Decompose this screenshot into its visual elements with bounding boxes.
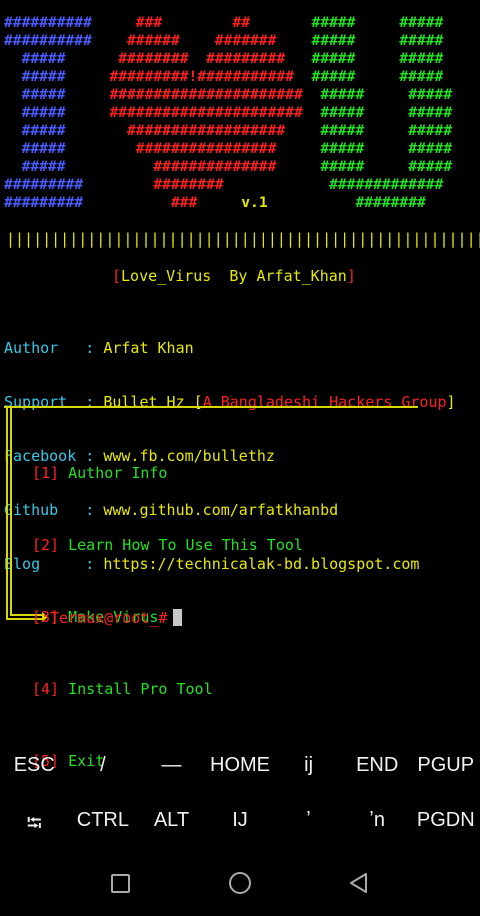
menu-label: Learn How To Use This Tool: [68, 536, 303, 554]
extra-keys-row-2: ⭾ CTRL ALT IJ ʼ ʼn PGDN: [0, 809, 480, 843]
banner-cell: ##############: [91, 158, 321, 175]
back-icon[interactable]: [348, 872, 370, 894]
banner-cell: #####: [4, 86, 92, 103]
banner-cell: ########: [267, 194, 435, 211]
banner-cell: ##### #####: [320, 104, 453, 121]
banner-cell: #####: [4, 50, 92, 67]
banner-cell: ##### #####: [320, 158, 453, 175]
banner-row: ##### ###################### ##### #####: [4, 104, 453, 122]
banner-cell: #####: [4, 104, 92, 121]
info-label: Support :: [4, 393, 95, 411]
version-label: v.1: [241, 194, 268, 211]
key-ij[interactable]: ij: [274, 754, 343, 777]
menu-label: Author Info: [68, 464, 168, 482]
divider-bars: ||||||||||||||||||||||||||||||||||||||||…: [6, 230, 480, 248]
title-bracket: ]: [346, 267, 356, 285]
banner-cell: ### ##: [91, 14, 312, 31]
title-bracket: [: [112, 267, 122, 285]
banner-cell: #####: [4, 68, 92, 85]
banner-cell: ######################: [91, 104, 321, 121]
banner-cell: ##### #####: [311, 68, 444, 85]
key-end[interactable]: END: [343, 754, 412, 777]
menu-number: [2]: [32, 536, 60, 554]
banner-cell: #########!###########: [91, 68, 312, 85]
key-ctrl[interactable]: CTRL: [69, 809, 138, 843]
banner-row: ##### ################## ##### #####: [4, 122, 453, 140]
menu-item-author-info: [1] Author Info: [32, 464, 303, 500]
info-support: Support : Bullet Hz [A Bangladeshi Hacke…: [4, 393, 456, 411]
banner-cell: ##### #####: [311, 50, 444, 67]
key-pgup[interactable]: PGUP: [411, 754, 480, 777]
menu-label: Install Pro Tool: [68, 680, 213, 698]
banner-cell: ##### #####: [320, 122, 453, 139]
banner-cell: ##########: [4, 14, 92, 31]
info-value: Arfat Khan: [103, 339, 194, 357]
banner-row: ##### ################ ##### #####: [4, 140, 453, 158]
recent-apps-icon[interactable]: [111, 874, 130, 893]
banner-cell: ###: [91, 194, 242, 211]
key-apostrophe[interactable]: ʼ: [274, 809, 343, 843]
home-icon[interactable]: [229, 872, 251, 894]
info-label: Author :: [4, 339, 95, 357]
key-alt[interactable]: ALT: [137, 809, 206, 843]
banner-cell: #####: [4, 158, 92, 175]
key-apostrophe-n[interactable]: ʼn: [343, 809, 412, 843]
ascii-banner: ########## ### ## ##### ##### ##########…: [4, 14, 452, 212]
banner-row: ########## ###### ####### ##### #####: [4, 32, 452, 50]
key-dash[interactable]: —: [137, 754, 206, 777]
menu-number: [1]: [32, 464, 60, 482]
info-value: Bullet Hz [: [103, 393, 203, 411]
banner-cell: ##### #####: [311, 14, 444, 31]
banner-cell: ########: [91, 176, 312, 193]
key-pgdn[interactable]: PGDN: [411, 809, 480, 843]
menu-item-learn: [2] Learn How To Use This Tool: [32, 536, 303, 572]
menu-number: [4]: [32, 680, 60, 698]
banner-cell: ##### #####: [311, 32, 444, 49]
banner-cell: ##################: [91, 122, 321, 139]
banner-cell: ##### #####: [320, 140, 453, 157]
extra-keys-row-1: ESC / — HOME ij END PGUP: [0, 754, 480, 777]
banner-row: ##### ######## ######### ##### #####: [4, 50, 452, 68]
menu-item-install: [4] Install Pro Tool: [32, 680, 303, 716]
android-nav-bar: [0, 862, 480, 904]
key-tab[interactable]: ⭾: [0, 809, 69, 843]
banner-cell: ######## #########: [91, 50, 312, 67]
terminal-prompt[interactable]: Termux@root_#: [50, 609, 183, 627]
info-bracket: ]: [446, 393, 456, 411]
frame-left-line: [6, 406, 8, 618]
banner-row: ######### ######## #############: [4, 176, 452, 194]
info-group-name: A Bangladeshi Hackers Group: [202, 393, 447, 411]
frame-left-line-inner: [10, 406, 12, 614]
banner-cell: ################: [91, 140, 321, 157]
banner-cell: ######################: [91, 86, 321, 103]
key-ij-upper[interactable]: IJ: [206, 809, 275, 843]
banner-cell: #########: [4, 194, 92, 211]
banner-row: ######### ### v.1 ########: [4, 194, 452, 212]
banner-cell: #############: [311, 176, 453, 193]
banner-cell: ##########: [4, 32, 92, 49]
banner-row: ##### #########!########### ##### #####: [4, 68, 452, 86]
key-slash[interactable]: /: [69, 754, 138, 777]
banner-row: ##### ###################### ##### #####: [4, 86, 453, 104]
banner-cell: #########: [4, 176, 92, 193]
banner-cell: #####: [4, 122, 92, 139]
banner-row: ##### ############## ##### #####: [4, 158, 453, 176]
prompt-text: Termux@root_#: [50, 609, 168, 627]
info-author: Author : Arfat Khan: [4, 339, 456, 357]
banner-cell: ##### #####: [320, 86, 453, 103]
key-home[interactable]: HOME: [206, 754, 275, 777]
banner-cell: #####: [4, 140, 92, 157]
frame-top-line: [4, 406, 418, 408]
title-text: Love_Virus By Arfat_Khan: [121, 267, 347, 285]
banner-cell: ###### #######: [91, 32, 312, 49]
text-cursor: [173, 609, 183, 626]
banner-row: ########## ### ## ##### #####: [4, 14, 452, 32]
key-esc[interactable]: ESC: [0, 754, 69, 777]
tool-title: [Love_Virus By Arfat_Khan]: [112, 267, 356, 285]
